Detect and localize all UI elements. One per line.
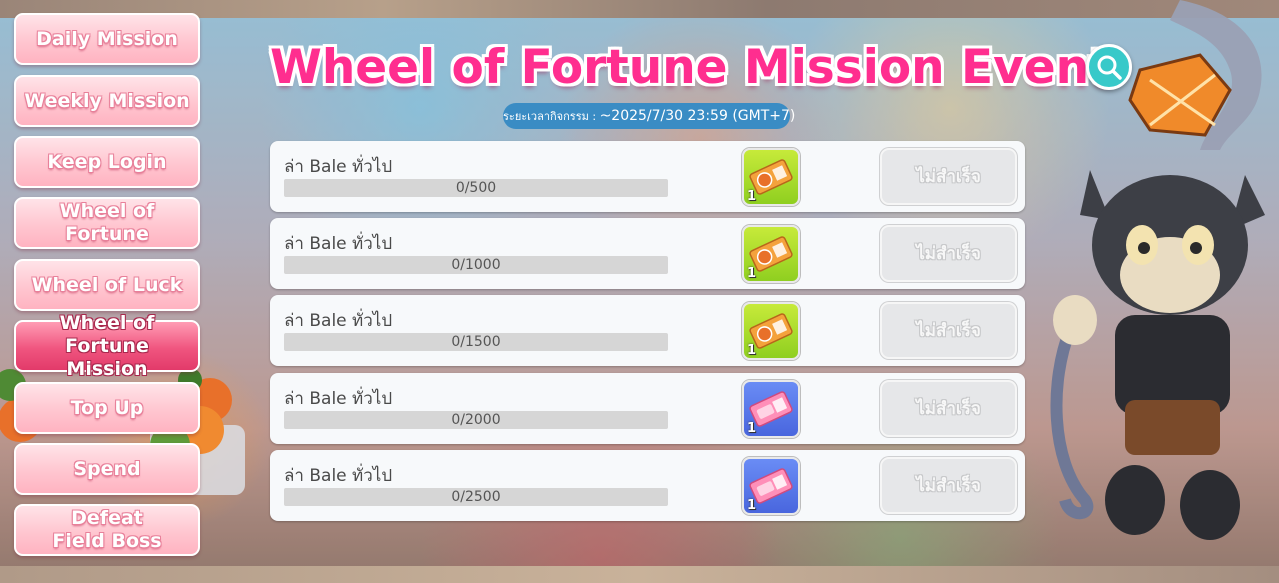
event-period: ระยะเวลากิจกรรม : ~2025/7/30 23:59 (GMT+… — [503, 103, 795, 129]
mission-progress-bar: 0/500 — [284, 179, 668, 197]
event-period-value: ~2025/7/30 23:59 (GMT+7) — [599, 108, 796, 124]
reward-item[interactable]: 1 — [742, 457, 800, 515]
sidebar-item-defeat-field-boss[interactable]: Defeat Field Boss — [14, 504, 200, 556]
mission-name: ล่า Bale ทั่วไป — [284, 311, 393, 331]
sidebar-item-label: Keep Login — [47, 150, 167, 173]
progress-text: 0/1500 — [451, 334, 501, 350]
mission-row: ล่า Bale ทั่วไป 0/2000 1 ไม่สำเร็จ — [270, 373, 1025, 444]
event-period-label: ระยะเวลากิจกรรม : — [503, 110, 600, 123]
mission-row: ล่า Bale ทั่วไป 0/2500 1 ไม่สำเร็จ — [270, 450, 1025, 521]
sidebar-item-label: Top Up — [70, 396, 144, 419]
sidebar-item-wheel-of-fortune-mission[interactable]: Wheel of Fortune Mission — [14, 312, 200, 380]
mission-status-button[interactable]: ไม่สำเร็จ — [880, 380, 1017, 437]
mission-status-button[interactable]: ไม่สำเร็จ — [880, 225, 1017, 282]
sidebar-item-label: Wheel of Fortune — [59, 200, 155, 245]
progress-text: 0/2000 — [451, 412, 501, 428]
search-button[interactable] — [1086, 44, 1132, 90]
reward-quantity: 1 — [747, 421, 757, 436]
sidebar-item-wheel-of-luck[interactable]: Wheel of Luck — [14, 259, 200, 311]
mission-name: ล่า Bale ทั่วไป — [284, 389, 393, 409]
sidebar-item-wheel-of-fortune[interactable]: Wheel of Fortune — [14, 197, 200, 249]
sidebar-item-label: Defeat Field Boss — [52, 507, 162, 552]
sidebar-item-label: Weekly Mission — [24, 89, 190, 112]
mission-name: ล่า Bale ทั่วไป — [284, 466, 393, 486]
reward-quantity: 1 — [747, 498, 757, 513]
progress-text: 0/1000 — [451, 257, 501, 273]
reward-quantity: 1 — [747, 266, 757, 281]
mission-row: ล่า Bale ทั่วไป 0/500 1 ไม่สำเร็จ — [270, 141, 1025, 212]
mission-progress-bar: 0/1000 — [284, 256, 668, 274]
mission-status-button[interactable]: ไม่สำเร็จ — [880, 148, 1017, 205]
sidebar-item-label: Daily Mission — [36, 27, 178, 50]
sidebar-item-keep-login[interactable]: Keep Login — [14, 136, 200, 188]
mission-progress-bar: 0/1500 — [284, 333, 668, 351]
sidebar-item-top-up[interactable]: Top Up — [14, 382, 200, 434]
mission-name: ล่า Bale ทั่วไป — [284, 234, 393, 254]
mission-name: ล่า Bale ทั่วไป — [284, 157, 393, 177]
sidebar-item-daily-mission[interactable]: Daily Mission — [14, 13, 200, 65]
sidebar-item-label: Wheel of Luck — [31, 273, 183, 296]
reward-item[interactable]: 1 — [742, 380, 800, 438]
sidebar-item-weekly-mission[interactable]: Weekly Mission — [14, 75, 200, 127]
reward-item[interactable]: 1 — [742, 148, 800, 206]
reward-quantity: 1 — [747, 189, 757, 204]
mission-row: ล่า Bale ทั่วไป 0/1000 1 ไม่สำเร็จ — [270, 218, 1025, 289]
mission-status-button[interactable]: ไม่สำเร็จ — [880, 302, 1017, 359]
sidebar-item-label: Wheel of Fortune Mission — [59, 311, 155, 380]
progress-text: 0/2500 — [451, 489, 501, 505]
mission-sidebar: Daily Mission Weekly Mission Keep Login … — [14, 0, 201, 583]
search-icon — [1097, 55, 1122, 80]
mission-progress-bar: 0/2000 — [284, 411, 668, 429]
sidebar-item-spend[interactable]: Spend — [14, 443, 200, 495]
page-title: Wheel of Fortune Mission Event — [270, 40, 1112, 95]
reward-item[interactable]: 1 — [742, 302, 800, 360]
mission-progress-bar: 0/2500 — [284, 488, 668, 506]
mission-row: ล่า Bale ทั่วไป 0/1500 1 ไม่สำเร็จ — [270, 295, 1025, 366]
mission-status-button[interactable]: ไม่สำเร็จ — [880, 457, 1017, 514]
reward-quantity: 1 — [747, 343, 757, 358]
reward-item[interactable]: 1 — [742, 225, 800, 283]
progress-text: 0/500 — [455, 180, 497, 196]
sidebar-item-label: Spend — [73, 457, 141, 480]
